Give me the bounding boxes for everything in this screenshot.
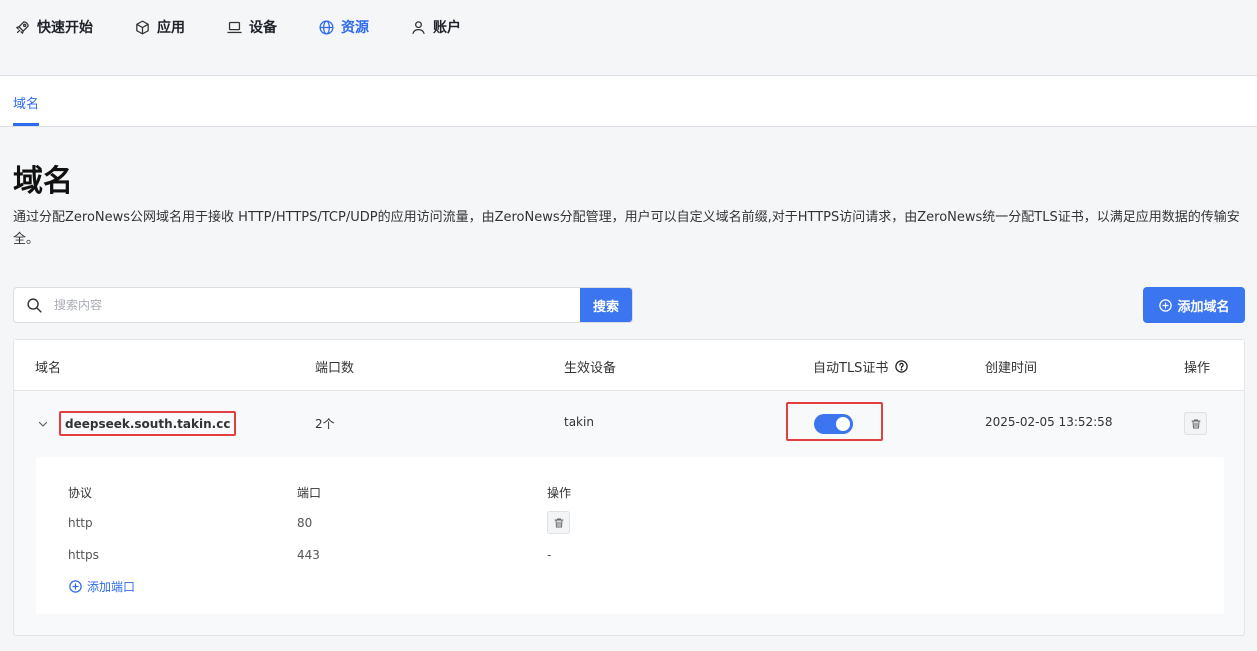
domain-name: deepseek.south.takin.cc: [59, 411, 237, 436]
column-header-auto-tls-label: 自动TLS证书: [813, 361, 889, 376]
delete-domain-button[interactable]: [1184, 412, 1207, 435]
page-title: 域名: [13, 164, 73, 199]
column-header-ports: 端口数: [315, 361, 355, 376]
auto-tls-highlight: [786, 402, 883, 441]
auto-tls-toggle[interactable]: [814, 414, 853, 434]
delete-port-button[interactable]: [547, 511, 570, 534]
toggle-knob: [836, 417, 850, 431]
chevron-down-icon[interactable]: [37, 418, 49, 430]
sub-header-port: 端口: [297, 486, 322, 500]
nav-item-label: 应用: [157, 20, 185, 36]
sub-header-actions: 操作: [547, 486, 572, 500]
nav-item-label: 快速开始: [37, 20, 93, 36]
add-domain-button[interactable]: 添加域名: [1143, 287, 1245, 323]
nav-item-label: 设备: [249, 20, 277, 36]
user-icon: [412, 20, 425, 34]
sub-header-protocol: 协议: [68, 486, 93, 500]
nav-item-resources[interactable]: 资源: [318, 17, 369, 37]
search-box: 搜索: [13, 287, 633, 323]
nav-item-apps[interactable]: 应用: [134, 17, 185, 37]
table-header: 域名 端口数 生效设备 自动TLS证书 创建时间 操作: [14, 340, 1244, 391]
search-icon: [27, 298, 42, 313]
port-protocol: http: [68, 516, 93, 530]
sub-nav: 域名: [0, 76, 1257, 127]
rocket-icon: [16, 20, 29, 34]
device-name: takin: [564, 415, 594, 429]
add-domain-label: 添加域名: [1177, 299, 1230, 315]
add-port-label: 添加端口: [87, 580, 136, 594]
nav-item-label: 资源: [341, 20, 369, 36]
port-number: 80: [297, 516, 313, 530]
help-circle-icon[interactable]: [894, 359, 909, 374]
nav-item-devices[interactable]: 设备: [226, 17, 277, 37]
nav-item-account[interactable]: 账户: [410, 17, 461, 37]
search-button[interactable]: 搜索: [580, 288, 632, 322]
port-subtable: 协议 端口 操作 http 80 https 443 - 添加端口: [36, 457, 1224, 614]
trash-icon: [554, 518, 563, 527]
laptop-icon: [227, 21, 242, 33]
column-header-auto-tls: 自动TLS证书: [813, 357, 909, 376]
plus-circle-icon: [1159, 298, 1173, 312]
table-row: deepseek.south.takin.cc 2个 takin 2025-02…: [14, 391, 1244, 457]
column-header-device: 生效设备: [564, 361, 617, 376]
domain-table: 域名 端口数 生效设备 自动TLS证书 创建时间 操作 deepseek.sou…: [13, 339, 1245, 636]
add-port-link[interactable]: 添加端口: [68, 578, 135, 595]
active-tab-indicator: [13, 123, 39, 126]
column-header-created: 创建时间: [985, 361, 1038, 376]
search-input[interactable]: [54, 288, 582, 322]
globe-icon: [319, 19, 334, 35]
port-action-empty: -: [547, 548, 552, 562]
created-time: 2025-02-05 13:52:58: [985, 415, 1113, 429]
port-number: 443: [297, 548, 320, 562]
cube-icon: [136, 19, 149, 35]
nav-item-label: 账户: [433, 20, 461, 36]
nav-item-quickstart[interactable]: 快速开始: [14, 17, 93, 37]
trash-icon: [1191, 419, 1200, 428]
page-description: 通过分配ZeroNews公网域名用于接收 HTTP/HTTPS/TCP/UDP的…: [13, 210, 1240, 247]
port-count: 2个: [315, 417, 335, 431]
column-header-actions: 操作: [1184, 361, 1211, 376]
top-nav: 快速开始 应用 设备 资源 账户: [0, 0, 1257, 76]
plus-circle-icon: [69, 580, 82, 593]
tab-domains[interactable]: 域名: [13, 93, 39, 112]
port-protocol: https: [68, 548, 99, 562]
column-header-domain: 域名: [35, 361, 62, 376]
